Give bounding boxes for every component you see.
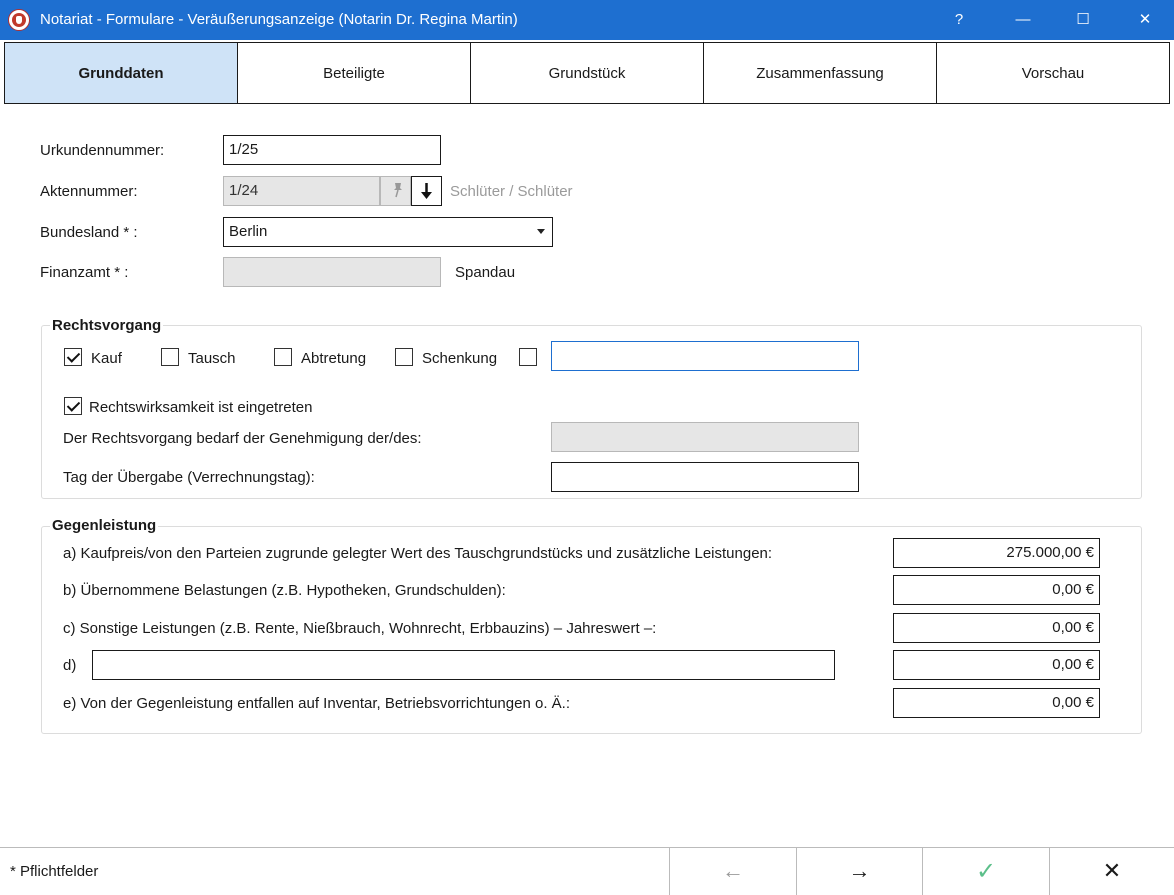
close-icon: ✕ [1102, 858, 1122, 883]
close-window-button[interactable]: ✕ [1122, 0, 1168, 40]
gegenleistung-a-label: a) Kaufpreis/von den Parteien zugrunde g… [63, 545, 773, 562]
checkbox-kauf[interactable] [64, 348, 82, 366]
gegenleistung-e-input[interactable]: 0,00 € [893, 688, 1100, 718]
gegenleistung-d-label: d) [63, 657, 77, 674]
checkbox-rechtswirksamkeit[interactable] [64, 397, 82, 415]
genehmigung-input[interactable] [551, 422, 859, 452]
bundesland-select[interactable]: Berlin [223, 217, 553, 247]
arrow-left-icon: ← [722, 858, 744, 883]
abtretung-label: Abtretung [301, 350, 367, 367]
ok-button[interactable]: ✓ [922, 847, 1049, 895]
gegenleistung-d-input[interactable]: 0,00 € [893, 650, 1100, 680]
checkbox-tausch[interactable] [161, 348, 179, 366]
bundesland-label: Bundesland * : [40, 224, 138, 241]
gegenleistung-e-label: e) Von der Gegenleistung entfallen auf I… [63, 695, 570, 712]
uebergabe-label: Tag der Übergabe (Verrechnungstag): [63, 469, 315, 486]
gegenleistung-b-input[interactable]: 0,00 € [893, 575, 1100, 605]
gegenleistung-d-text-input[interactable] [92, 650, 835, 680]
rechtswirksamkeit-label: Rechtswirksamkeit ist eingetreten [89, 399, 313, 416]
tab-zusammenfassung[interactable]: Zusammenfassung [704, 43, 937, 103]
checkbox-abtretung[interactable] [274, 348, 292, 366]
gegenleistung-title: Gegenleistung [50, 517, 159, 534]
help-button[interactable]: ? [936, 0, 982, 40]
uebergabe-date-input[interactable] [551, 462, 859, 492]
tab-bar: Grunddaten Beteiligte Grundstück Zusamme… [4, 42, 1170, 104]
finanzamt-name: Spandau [455, 264, 516, 281]
gegenleistung-c-label: c) Sonstige Leistungen (z.B. Rente, Nieß… [63, 620, 657, 637]
dropdown-arrow-icon [537, 229, 545, 234]
checkbox-schenkung[interactable] [395, 348, 413, 366]
genehmigung-label: Der Rechtsvorgang bedarf der Genehmigung… [63, 430, 422, 447]
arrow-down-button[interactable] [411, 176, 442, 206]
urkundennummer-input[interactable]: 1/25 [223, 135, 441, 165]
gegenleistung-a-input[interactable]: 275.000,00 € [893, 538, 1100, 568]
pflichtfelder-note: * Pflichtfelder [10, 863, 99, 880]
forward-button[interactable]: → [796, 847, 922, 895]
arrow-right-icon: → [848, 858, 871, 883]
urkundennummer-label: Urkundennummer: [40, 142, 165, 159]
bundesland-selected-value: Berlin [229, 223, 268, 240]
kauf-label: Kauf [91, 350, 122, 367]
back-button[interactable]: ← [669, 847, 796, 895]
schenkung-label: Schenkung [422, 350, 498, 367]
minimize-button[interactable]: — [1000, 0, 1046, 40]
gegenleistung-c-input[interactable]: 0,00 € [893, 613, 1100, 643]
pin-button[interactable] [380, 176, 411, 206]
aktennummer-hint: Schlüter / Schlüter [450, 183, 573, 200]
maximize-button[interactable]: ☐ [1060, 0, 1106, 40]
gegenleistung-b-label: b) Übernommene Belastungen (z.B. Hypothe… [63, 582, 506, 599]
aktennummer-input[interactable]: 1/24 [223, 176, 380, 206]
aktennummer-label: Aktennummer: [40, 183, 138, 200]
cancel-button[interactable]: ✕ [1049, 847, 1174, 895]
tab-grunddaten[interactable]: Grunddaten [5, 43, 238, 103]
tab-beteiligte[interactable]: Beteiligte [238, 43, 471, 103]
tausch-label: Tausch [188, 350, 236, 367]
checkbox-sonstige[interactable] [519, 348, 537, 366]
sonstige-rechtsvorgang-input[interactable] [551, 341, 859, 371]
pin-icon [394, 183, 402, 198]
finanzamt-label: Finanzamt * : [40, 264, 129, 281]
rechtsvorgang-title: Rechtsvorgang [50, 317, 164, 334]
app-logo-icon [8, 9, 30, 31]
window-title: Notariat - Formulare - Veräußerungsanzei… [40, 11, 518, 28]
tab-grundstueck[interactable]: Grundstück [471, 43, 704, 103]
checkmark-icon: ✓ [975, 857, 997, 885]
arrow-down-icon [421, 183, 432, 199]
finanzamt-input[interactable] [223, 257, 441, 287]
tab-vorschau[interactable]: Vorschau [937, 43, 1169, 103]
